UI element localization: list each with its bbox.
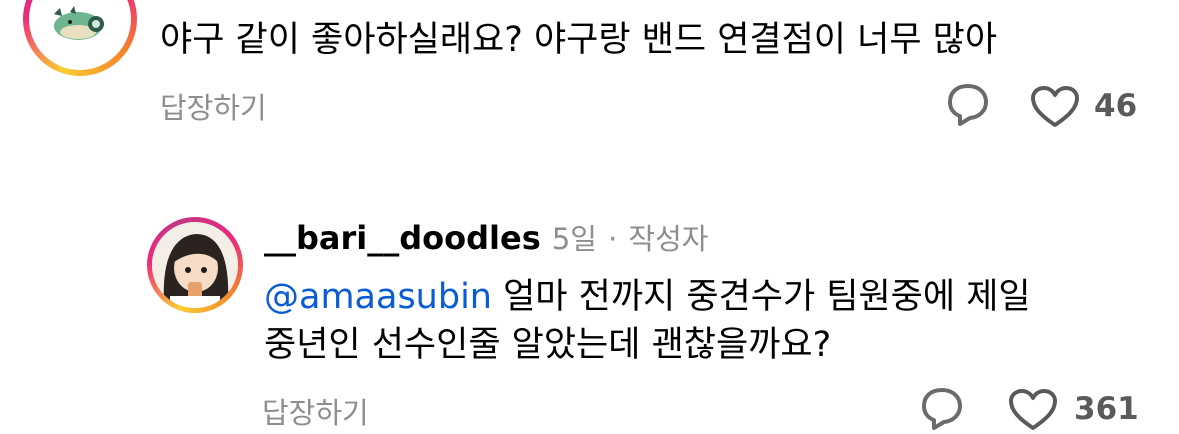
comment-text: @amaasubin 얼마 전까지 중견수가 팀원중에 제일 — [264, 274, 1031, 321]
comment-text: 야구 같이 좋아하실래요? 야구랑 밴드 연결점이 너무 많아 — [160, 20, 998, 60]
avatar — [29, 0, 131, 70]
author-badge: 작성자 — [628, 222, 709, 256]
like-count: 46 — [1094, 88, 1138, 124]
like-count: 361 — [1074, 391, 1139, 427]
timestamp: 5일 — [551, 222, 597, 256]
avatar-ring[interactable] — [147, 217, 243, 313]
fish-mascot-icon — [54, 6, 104, 40]
anime-girl-avatar-icon — [152, 222, 238, 308]
avatar-ring[interactable] — [23, 0, 137, 76]
comment-text-line2: 중년인 선수인줄 알았는데 괜찮을까요? — [264, 325, 832, 365]
speech-bubble-icon[interactable] — [946, 82, 990, 130]
avatar — [152, 222, 238, 308]
speech-bubble-icon[interactable] — [920, 386, 964, 434]
username[interactable]: __bari__doodles — [264, 219, 541, 257]
comment-header: __bari__doodles 5일 · 작성자 — [264, 216, 708, 258]
reply-button[interactable]: 답장하기 — [262, 390, 369, 432]
comment-text-line1: 얼마 전까지 중견수가 팀원중에 제일 — [491, 277, 1031, 317]
heart-icon[interactable] — [1008, 388, 1058, 432]
separator: · — [608, 222, 618, 256]
heart-icon[interactable] — [1030, 85, 1080, 129]
reply-button[interactable]: 답장하기 — [160, 85, 267, 127]
mention-link[interactable]: @amaasubin — [264, 277, 492, 317]
